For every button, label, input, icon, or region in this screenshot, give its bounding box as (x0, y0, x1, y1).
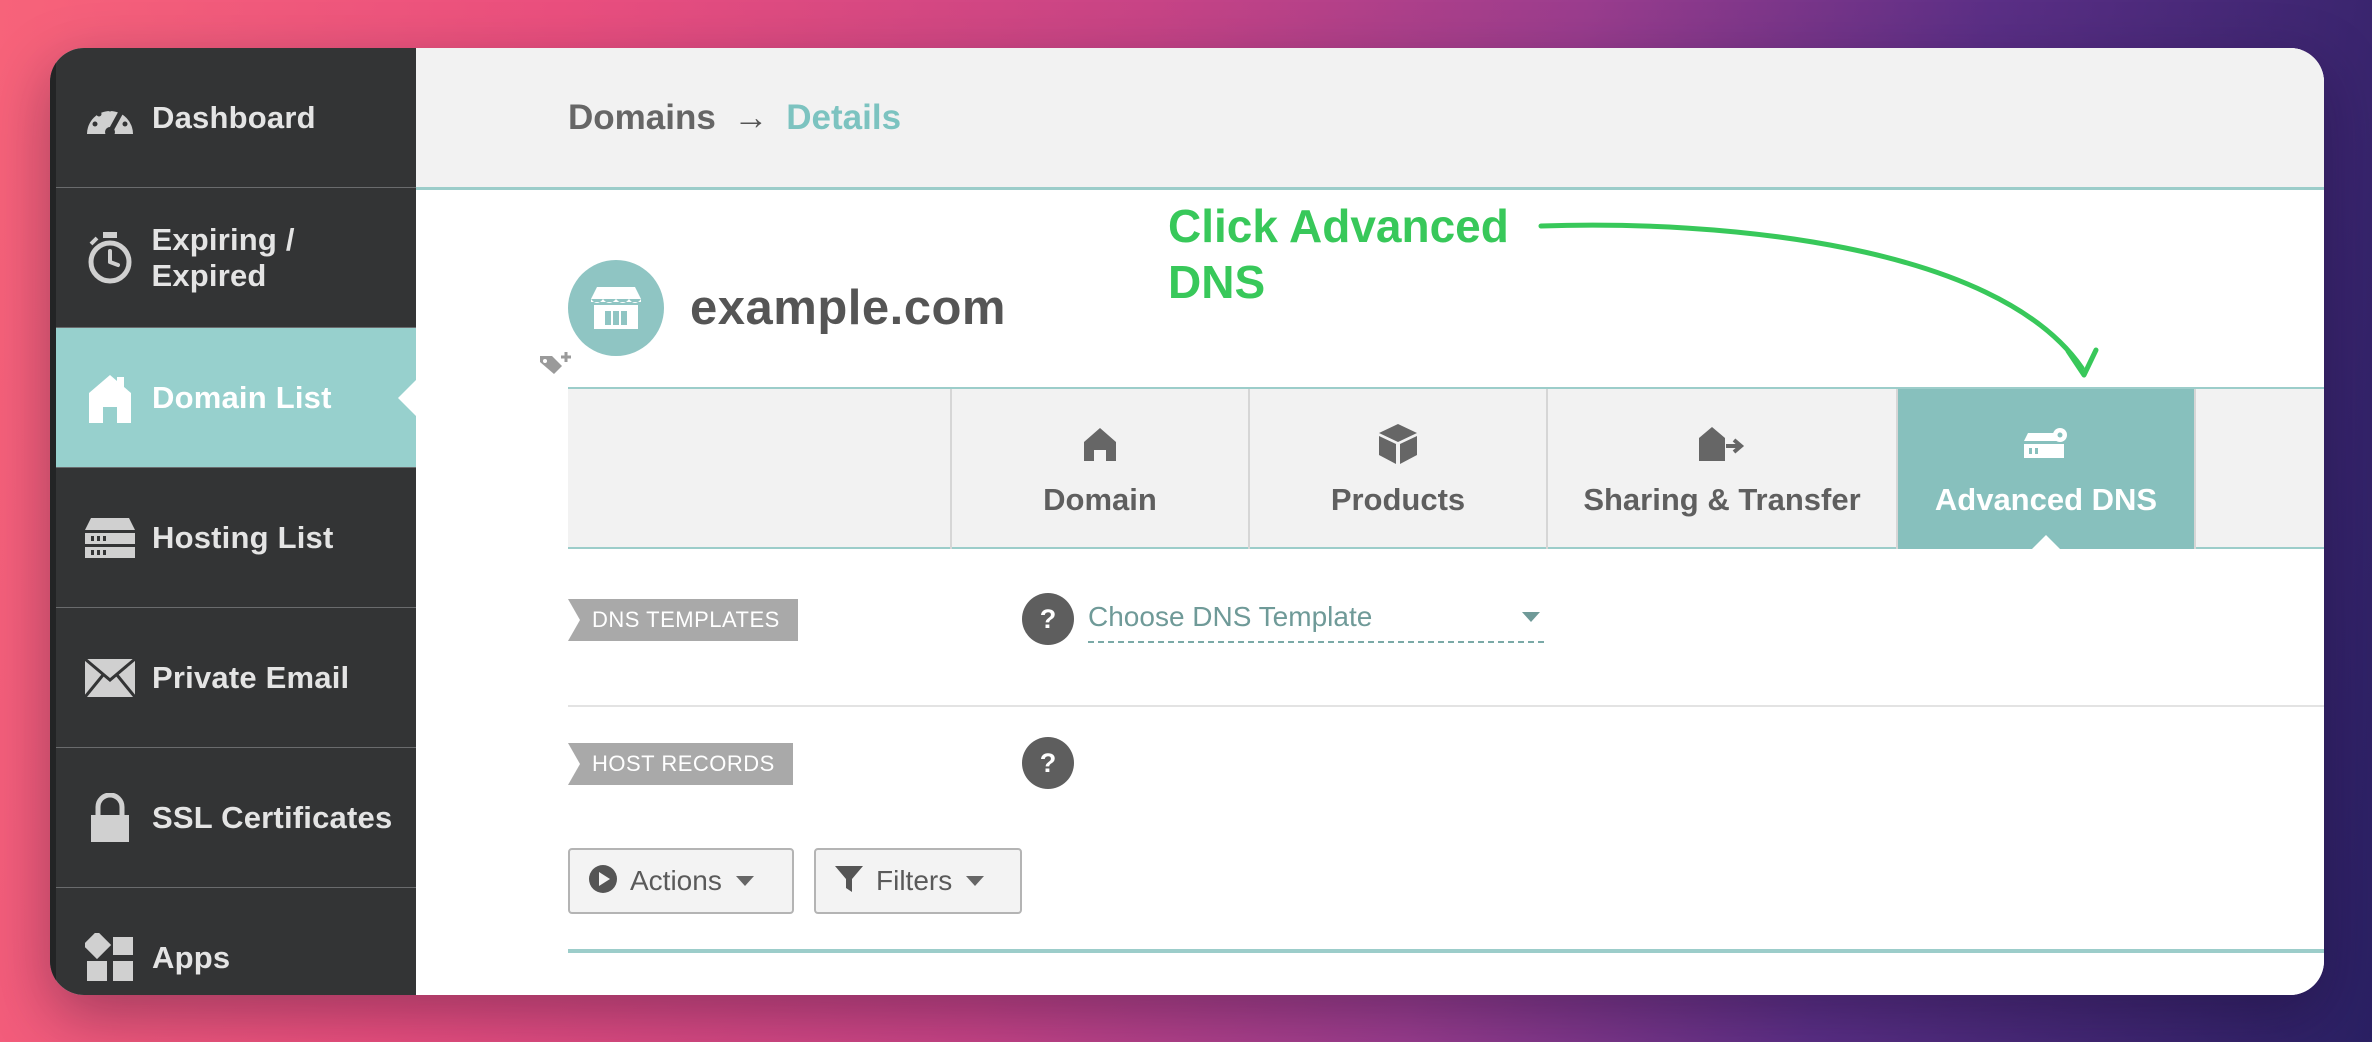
storefront-icon (568, 260, 664, 356)
breadcrumb-parent[interactable]: Domains (568, 98, 716, 137)
sidebar-item-apps[interactable]: Apps (56, 888, 416, 995)
dns-templates-help-button[interactable]: ? (1022, 593, 1074, 645)
sidebar-item-label: Dashboard (152, 99, 316, 135)
filters-button[interactable]: Filters (814, 848, 1022, 914)
speedometer-icon (82, 90, 138, 146)
dns-template-select-value: Choose DNS Template (1088, 601, 1373, 632)
breadcrumb-separator: → (733, 97, 769, 137)
tab-label: Sharing & Transfer (1583, 482, 1861, 517)
box-icon (1378, 420, 1418, 468)
apps-grid-icon (82, 930, 138, 986)
sidebar-item-hosting-list[interactable]: Hosting List (56, 468, 416, 608)
filters-button-label: Filters (876, 865, 953, 896)
annotation-line-1: Click Advanced (1168, 200, 1509, 252)
actions-button-label: Actions (630, 865, 722, 896)
sidebar-item-label: Apps (152, 939, 231, 975)
host-records-help-button[interactable]: ? (1022, 737, 1074, 789)
sidebar-item-label: Hosting List (152, 519, 334, 555)
sidebar-item-private-email[interactable]: Private Email (56, 608, 416, 748)
add-tag-icon[interactable] (538, 350, 574, 383)
header-bar: Domains → Details (416, 48, 2324, 190)
sidebar-item-dashboard[interactable]: Dashboard (56, 48, 416, 188)
breadcrumb: Domains → Details (568, 98, 901, 138)
sidebar-item-ssl-certificates[interactable]: SSL Certificates (56, 748, 416, 888)
sidebar-item-label: Expiring / Expired (151, 221, 295, 293)
tab-products[interactable]: Products (1248, 389, 1546, 549)
dns-templates-label: DNS TEMPLATES (568, 599, 798, 641)
tab-label: Products (1330, 482, 1466, 517)
tab-sharing-transfer[interactable]: Sharing & Transfer (1546, 389, 1896, 549)
domain-header: example.com (568, 260, 1006, 356)
host-records-label: HOST RECORDS (568, 743, 793, 785)
table-top-border (568, 949, 2324, 953)
home-icon (1083, 420, 1117, 468)
tab-label: Domain (1043, 482, 1157, 517)
domain-name: example.com (690, 281, 1006, 335)
lock-icon (82, 790, 138, 846)
play-icon (588, 864, 618, 899)
chevron-down-icon (1522, 612, 1540, 622)
section-divider (568, 705, 2324, 707)
house-arrow-icon (1698, 420, 1746, 468)
app-window: Dashboard Expiring / Expired Domain List… (50, 48, 2324, 995)
envelope-icon (82, 650, 138, 706)
timer-icon (82, 230, 137, 286)
sidebar-item-label: Domain List (152, 379, 332, 415)
chevron-down-icon (735, 876, 754, 886)
tab-advanced-dns[interactable]: Advanced DNS (1896, 389, 2194, 549)
sidebar-item-label: SSL Certificates (152, 799, 393, 835)
sidebar-item-domain-list[interactable]: Domain List (56, 328, 416, 468)
tab-more[interactable] (2194, 389, 2324, 549)
tab-domain[interactable]: Domain (950, 389, 1248, 549)
sidebar-item-expiring[interactable]: Expiring / Expired (56, 188, 416, 328)
breadcrumb-current: Details (786, 97, 902, 137)
sidebar: Dashboard Expiring / Expired Domain List… (50, 48, 416, 995)
chevron-down-icon (966, 876, 985, 886)
server-icon (82, 510, 138, 566)
annotation-callout: Click Advanced DNS (1168, 198, 1509, 310)
main-content: Domains → Details example.com Click Adva… (416, 48, 2324, 995)
sidebar-item-label: Private Email (152, 659, 350, 695)
actions-button[interactable]: Actions (568, 848, 794, 914)
filter-icon (834, 864, 864, 899)
annotation-line-2: DNS (1168, 256, 1266, 308)
home-icon (82, 370, 138, 426)
dns-template-select[interactable]: Choose DNS Template (1088, 593, 1544, 643)
tab-label: Advanced DNS (1934, 482, 2158, 517)
server-gear-icon (2022, 420, 2070, 468)
domain-tabs: Domain Products Sharing & Transfer Advan… (568, 387, 2324, 549)
